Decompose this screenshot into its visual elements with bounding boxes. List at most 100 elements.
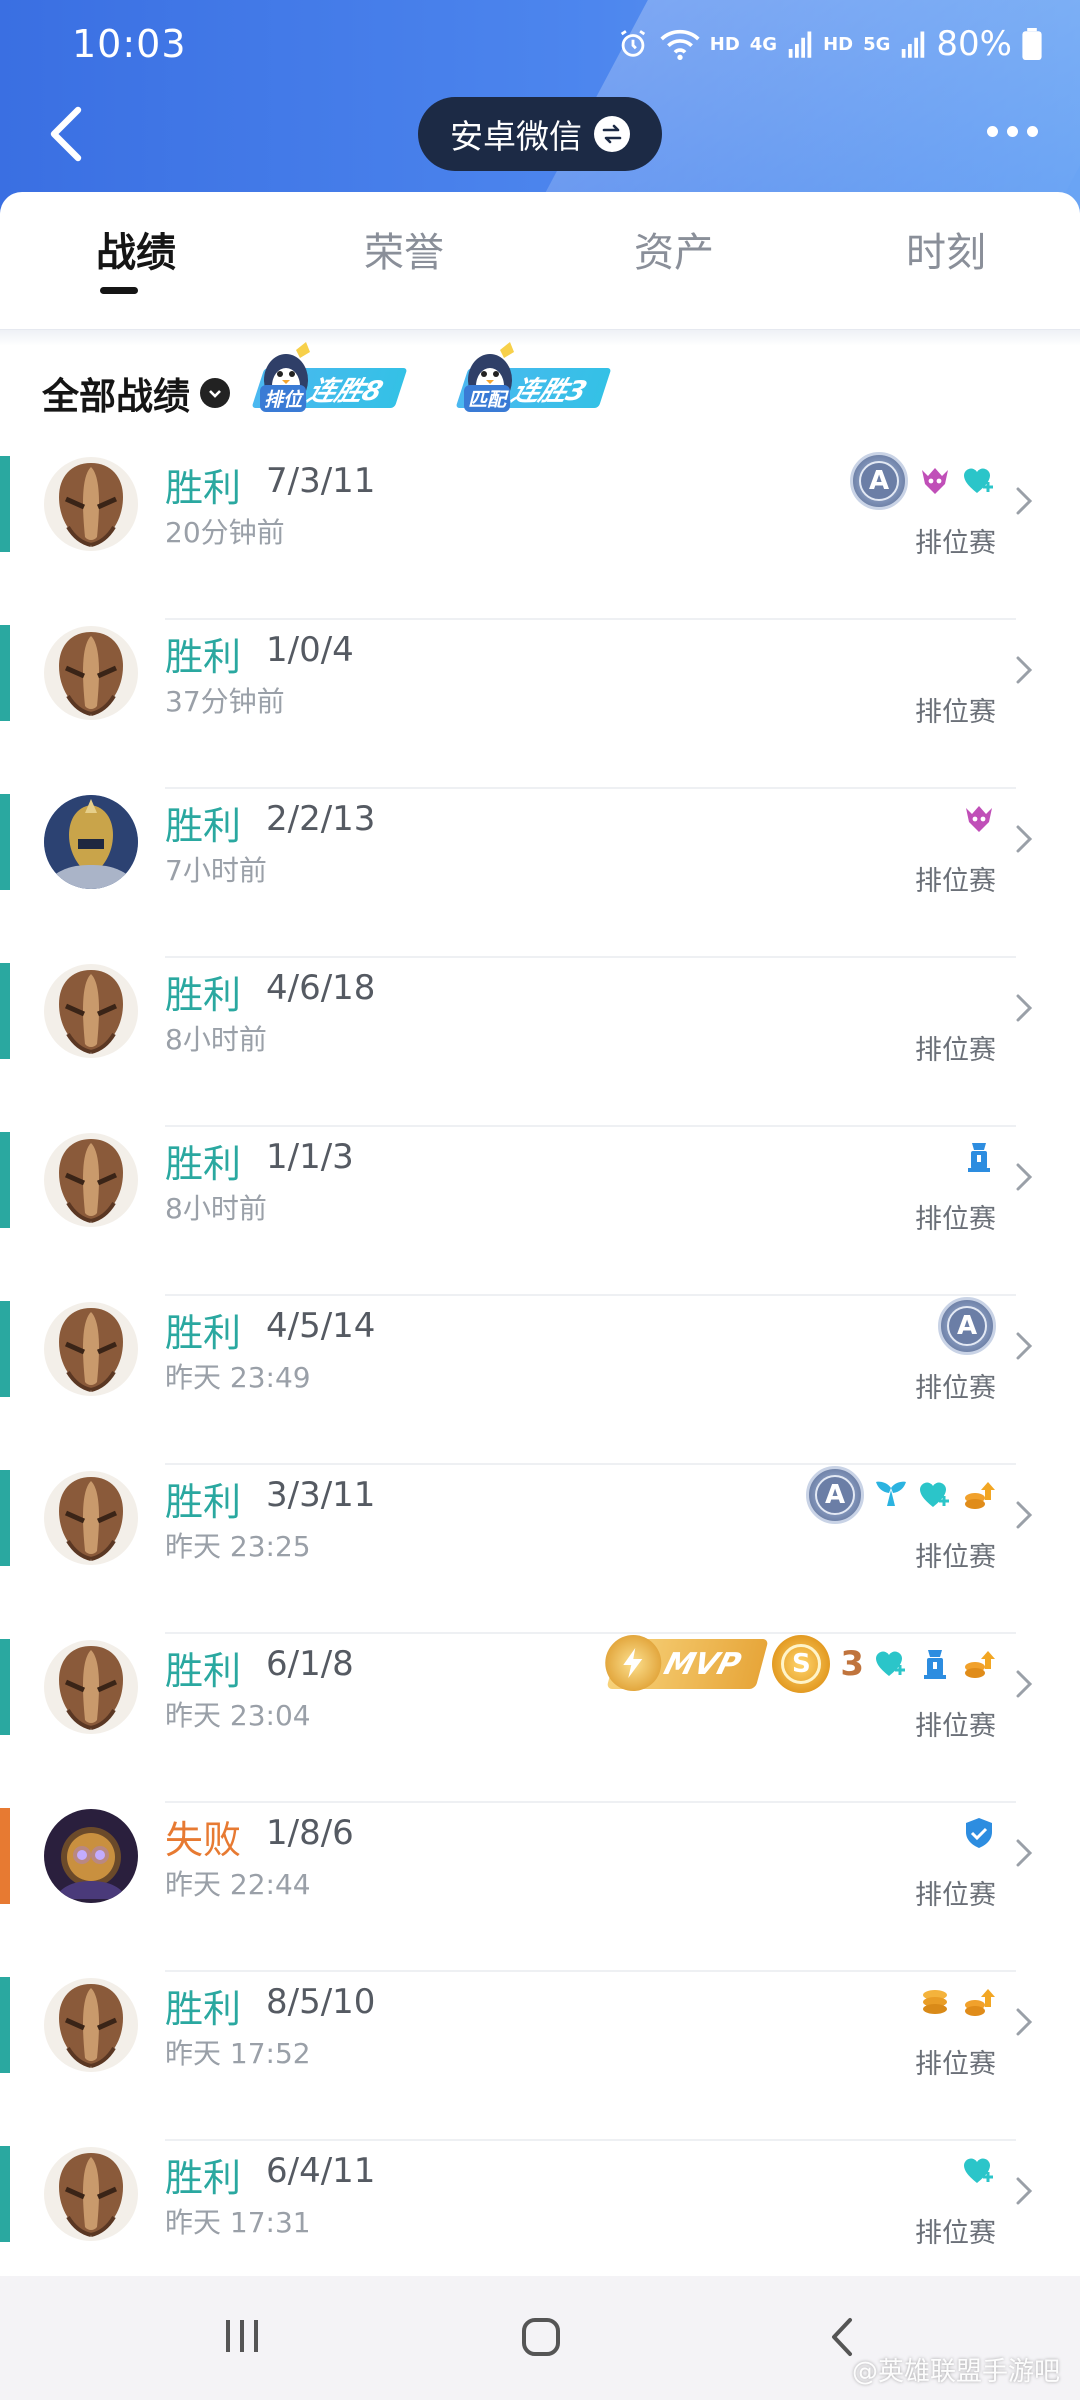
mvp-label: MVP bbox=[660, 1646, 746, 1682]
match-mode: 排位赛 bbox=[915, 1542, 996, 1573]
match-streak-badge: 连胜3 匹配 bbox=[455, 340, 612, 416]
signal-icon-1 bbox=[788, 31, 812, 58]
match-kda: 1/1/3 bbox=[266, 1137, 354, 1177]
heart-plus-icon bbox=[964, 468, 993, 493]
back-arrow-icon[interactable] bbox=[38, 104, 98, 164]
gold-up-icon bbox=[965, 1989, 995, 2016]
chevron-right-icon bbox=[1016, 2177, 1033, 2205]
result-stripe bbox=[0, 963, 10, 1059]
coins-icon bbox=[923, 1990, 947, 2014]
match-kda: 8/5/10 bbox=[266, 1982, 376, 2022]
more-options-icon[interactable] bbox=[987, 126, 1038, 137]
tab-moments[interactable]: 时刻 bbox=[856, 220, 1036, 278]
gold-up-icon bbox=[965, 1482, 995, 1509]
watermark: @英雄联盟手游吧 bbox=[851, 2357, 1060, 2387]
chevron-right-icon bbox=[1016, 2008, 1033, 2036]
match-row[interactable]: 胜利 7/3/11 20分钟前 A 排位赛 bbox=[0, 451, 1080, 620]
hero-avatar bbox=[44, 457, 138, 551]
grade-a-badge: A bbox=[938, 1297, 996, 1355]
status-bar: 10:03 HD 4G HD 5G 80% bbox=[0, 0, 1080, 96]
achievement-icons: A bbox=[806, 1465, 996, 1525]
tab-record[interactable]: 战绩 bbox=[46, 220, 226, 278]
match-row[interactable]: 胜利 1/1/3 8小时前 排位赛 bbox=[0, 1127, 1080, 1296]
match-row[interactable]: 胜利 4/5/14 昨天 23:49 A 排位赛 bbox=[0, 1296, 1080, 1465]
tab-bar: 战绩 荣誉 资产 时刻 bbox=[0, 192, 1080, 329]
match-mode: 排位赛 bbox=[915, 528, 996, 559]
tab-indicator bbox=[100, 287, 138, 294]
hero-avatar bbox=[44, 2147, 138, 2241]
switch-icon bbox=[594, 116, 630, 152]
achievement-icons bbox=[962, 1127, 996, 1187]
result-stripe bbox=[0, 625, 10, 721]
match-mode: 排位赛 bbox=[915, 1880, 996, 1911]
match-time: 昨天 23:25 bbox=[165, 1530, 311, 1563]
achievement-icons bbox=[918, 1972, 996, 2032]
achievement-icons: A bbox=[938, 1296, 996, 1356]
hero-avatar bbox=[44, 1978, 138, 2072]
match-result: 胜利 bbox=[165, 1649, 242, 1693]
ranked-tag: 排位 bbox=[260, 385, 307, 412]
match-row[interactable]: 胜利 8/5/10 昨天 17:52 排位赛 bbox=[0, 1972, 1080, 2141]
hero-avatar bbox=[44, 964, 138, 1058]
ranked-streak-badge: 连胜8 排位 bbox=[251, 340, 408, 416]
account-switch-button[interactable]: 安卓微信 bbox=[418, 97, 662, 171]
match-result: 胜利 bbox=[165, 804, 242, 848]
achievement-icons: MVP S 3 bbox=[605, 1634, 996, 1694]
tower-icon bbox=[924, 1650, 946, 1679]
home-icon[interactable] bbox=[520, 2316, 562, 2358]
match-time: 昨天 17:31 bbox=[165, 2206, 311, 2239]
match-result: 胜利 bbox=[165, 1987, 242, 2031]
match-result: 胜利 bbox=[165, 973, 242, 1017]
demon-icon bbox=[922, 468, 948, 494]
grade-a-badge: A bbox=[806, 1466, 864, 1524]
match-row[interactable]: 胜利 2/2/13 7小时前 排位赛 bbox=[0, 789, 1080, 958]
mvp-badge: MVP bbox=[605, 1635, 770, 1691]
match-row[interactable]: 胜利 3/3/11 昨天 23:25 A 排位赛 bbox=[0, 1465, 1080, 1634]
match-mode: 排位赛 bbox=[915, 697, 996, 728]
tower-icon bbox=[968, 1143, 990, 1172]
demon-icon bbox=[966, 806, 992, 832]
chevron-right-icon bbox=[1016, 994, 1033, 1022]
result-stripe bbox=[0, 1132, 10, 1228]
match-result: 胜利 bbox=[165, 1142, 242, 1186]
chevron-right-icon bbox=[1016, 1163, 1033, 1191]
wings-icon bbox=[876, 1481, 906, 1506]
match-time: 37分钟前 bbox=[165, 685, 285, 718]
recent-apps-icon[interactable] bbox=[222, 2316, 262, 2356]
status-time: 10:03 bbox=[72, 22, 187, 66]
match-kda: 2/2/13 bbox=[266, 799, 376, 839]
match-result: 胜利 bbox=[165, 635, 242, 679]
match-mode: 排位赛 bbox=[915, 1711, 996, 1742]
record-filter-dropdown[interactable]: 全部战绩 bbox=[42, 366, 230, 420]
match-list: 胜利 7/3/11 20分钟前 A 排位赛 胜利 1/0/4 37分钟前 排位赛 胜利 2/2/13… bbox=[0, 451, 1080, 2310]
result-stripe bbox=[0, 456, 10, 552]
gold-up-icon bbox=[965, 1651, 995, 1678]
match-row[interactable]: 胜利 6/1/8 昨天 23:04 MVP S 3 排位赛 bbox=[0, 1634, 1080, 1803]
match-row[interactable]: 失败 1/8/6 昨天 22:44 排位赛 bbox=[0, 1803, 1080, 1972]
tab-assets[interactable]: 资产 bbox=[584, 220, 764, 278]
match-result: 胜利 bbox=[165, 466, 242, 510]
account-switch-label: 安卓微信 bbox=[450, 117, 582, 156]
match-kda: 6/4/11 bbox=[266, 2151, 376, 2191]
heart-plus-icon bbox=[920, 1482, 949, 1507]
chevron-right-icon bbox=[1016, 656, 1033, 684]
achievement-icons: A bbox=[850, 451, 996, 511]
match-row[interactable]: 胜利 1/0/4 37分钟前 排位赛 bbox=[0, 620, 1080, 789]
network-label-2: 5G bbox=[863, 33, 891, 55]
battery-percent: 80% bbox=[936, 24, 1012, 64]
match-time: 7小时前 bbox=[165, 854, 267, 887]
hero-avatar bbox=[44, 626, 138, 720]
tab-honor[interactable]: 荣誉 bbox=[314, 220, 494, 278]
match-time: 昨天 22:44 bbox=[165, 1868, 311, 1901]
match-mode: 排位赛 bbox=[915, 2218, 996, 2249]
hero-avatar bbox=[44, 1133, 138, 1227]
result-stripe bbox=[0, 2146, 10, 2242]
match-row[interactable]: 胜利 4/6/18 8小时前 排位赛 bbox=[0, 958, 1080, 1127]
match-result: 胜利 bbox=[165, 1480, 242, 1524]
result-stripe bbox=[0, 1808, 10, 1904]
signal-icon-2 bbox=[902, 31, 925, 58]
match-kda: 7/3/11 bbox=[266, 461, 376, 501]
match-mode: 排位赛 bbox=[915, 866, 996, 897]
chevron-right-icon bbox=[1016, 1501, 1033, 1529]
match-kda: 6/1/8 bbox=[266, 1644, 354, 1684]
